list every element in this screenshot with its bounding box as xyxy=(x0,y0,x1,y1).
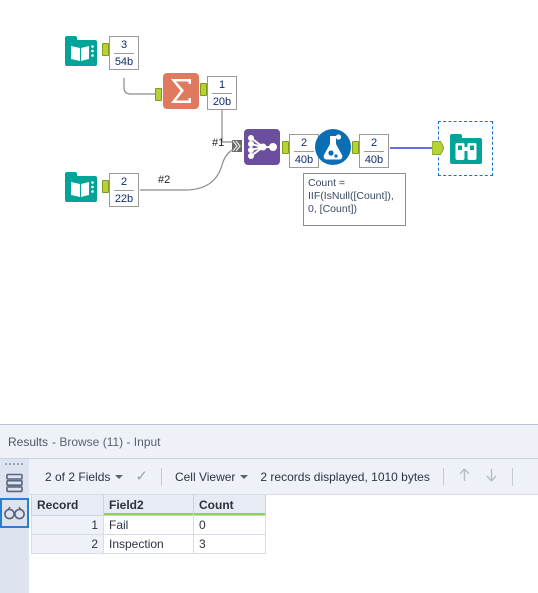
table-row[interactable]: 2 Inspection 3 xyxy=(31,534,266,554)
count-records: 2 xyxy=(120,176,128,188)
count-records: 1 xyxy=(218,79,226,91)
cell-record: 2 xyxy=(31,534,104,554)
output-plug-summarize[interactable] xyxy=(200,83,207,96)
chevron-down-icon xyxy=(115,474,124,479)
rail-button-messages[interactable] xyxy=(0,468,29,498)
sigma-icon xyxy=(163,73,199,109)
rail-button-browse[interactable] xyxy=(0,498,29,528)
cell-record: 1 xyxy=(31,515,104,535)
cell-field2[interactable]: Inspection xyxy=(103,534,194,554)
count-size: 54b xyxy=(114,56,134,68)
fields-selector[interactable]: 2 of 2 Fields xyxy=(39,470,129,484)
output-plug-join[interactable] xyxy=(282,141,289,154)
count-box-summarize: 1 20b xyxy=(207,76,237,110)
node-browse[interactable] xyxy=(447,130,485,168)
count-box-input-1: 3 54b xyxy=(109,36,139,70)
node-input-data-1[interactable] xyxy=(62,32,100,70)
output-plug-input-1[interactable] xyxy=(102,43,109,56)
arrow-up-icon xyxy=(459,468,470,481)
connection-label-1: #1 xyxy=(212,137,225,149)
scroll-down-button[interactable] xyxy=(478,467,505,487)
output-plug-formula[interactable] xyxy=(352,141,359,154)
count-size: 20b xyxy=(212,96,232,108)
node-formula[interactable] xyxy=(314,128,352,166)
flask-icon xyxy=(315,129,351,165)
results-title-bar: Results - Browse (11) - Input xyxy=(0,425,538,459)
column-header-count[interactable]: Count xyxy=(193,495,266,516)
formula-annotation: Count = IIF(IsNull([Count]), 0, [Count]) xyxy=(303,173,406,226)
binoculars-icon xyxy=(450,134,482,164)
scroll-up-button[interactable] xyxy=(451,467,478,487)
results-grid-container[interactable]: Record Field2 Count 1 Fail 0 2 Inspectio… xyxy=(29,495,538,593)
results-right-column: 2 of 2 Fields ✓ Cell Viewer 2 records di… xyxy=(29,459,538,593)
column-header-record[interactable]: Record xyxy=(31,495,104,516)
rail-grip-handle[interactable] xyxy=(5,461,24,468)
table-row[interactable]: 1 Fail 0 xyxy=(31,515,266,535)
network-node-icon xyxy=(244,129,280,165)
arrow-down-icon xyxy=(486,468,497,481)
results-left-rail xyxy=(0,459,29,593)
count-divider xyxy=(114,190,134,191)
workflow-canvas[interactable]: 3 54b 1 20b 2 22b #1 #2 2 40b 2 40b Coun… xyxy=(0,0,538,424)
node-input-data-2[interactable] xyxy=(62,168,100,206)
count-records: 3 xyxy=(120,39,128,51)
apply-fields-button[interactable]: ✓ xyxy=(129,469,154,484)
count-divider xyxy=(364,151,384,152)
count-records: 2 xyxy=(370,137,378,149)
table-header-row: Record Field2 Count xyxy=(31,495,266,516)
connection-label-2: #2 xyxy=(158,174,171,186)
records-label: 2 records displayed, 1010 bytes xyxy=(260,469,430,484)
results-toolbar: 2 of 2 Fields ✓ Cell Viewer 2 records di… xyxy=(29,459,538,495)
cell-viewer-label: Cell Viewer xyxy=(174,469,236,484)
book-folder-icon xyxy=(65,172,97,202)
count-divider xyxy=(212,93,232,94)
count-divider xyxy=(294,151,314,152)
count-divider xyxy=(114,53,134,54)
fields-label: 2 of 2 Fields xyxy=(45,469,111,484)
count-size: 40b xyxy=(364,154,384,166)
output-plug-input-2[interactable] xyxy=(102,180,109,193)
input-plug-browse[interactable] xyxy=(432,140,444,156)
cell-field2[interactable]: Fail xyxy=(103,515,194,535)
toolbar-divider xyxy=(160,467,162,486)
count-box-formula: 2 40b xyxy=(359,134,389,168)
chevron-down-icon xyxy=(240,474,249,479)
input-plug-summarize[interactable] xyxy=(155,88,162,101)
toolbar-divider xyxy=(511,467,513,486)
cell-viewer-selector[interactable]: Cell Viewer xyxy=(169,470,254,484)
results-title-rest: - Browse (11) - Input xyxy=(52,434,161,449)
count-size: 22b xyxy=(114,193,134,205)
node-join[interactable] xyxy=(243,128,281,166)
list-rows-icon xyxy=(6,473,23,493)
count-box-input-2: 2 22b xyxy=(109,173,139,207)
check-icon: ✓ xyxy=(135,468,148,485)
toolbar-divider xyxy=(442,467,444,486)
column-header-field2[interactable]: Field2 xyxy=(103,495,194,516)
records-status: 2 records displayed, 1010 bytes xyxy=(254,470,435,484)
results-body: 2 of 2 Fields ✓ Cell Viewer 2 records di… xyxy=(0,459,538,593)
book-folder-icon xyxy=(65,36,97,66)
node-summarize[interactable] xyxy=(162,72,200,110)
results-panel: Results - Browse (11) - Input 2 of 2 Fie… xyxy=(0,424,538,593)
cell-count[interactable]: 0 xyxy=(193,515,266,535)
results-title-prefix: Results xyxy=(8,434,49,449)
binoculars-icon xyxy=(4,506,25,520)
cell-count[interactable]: 3 xyxy=(193,534,266,554)
results-table: Record Field2 Count 1 Fail 0 2 Inspectio… xyxy=(31,495,266,554)
